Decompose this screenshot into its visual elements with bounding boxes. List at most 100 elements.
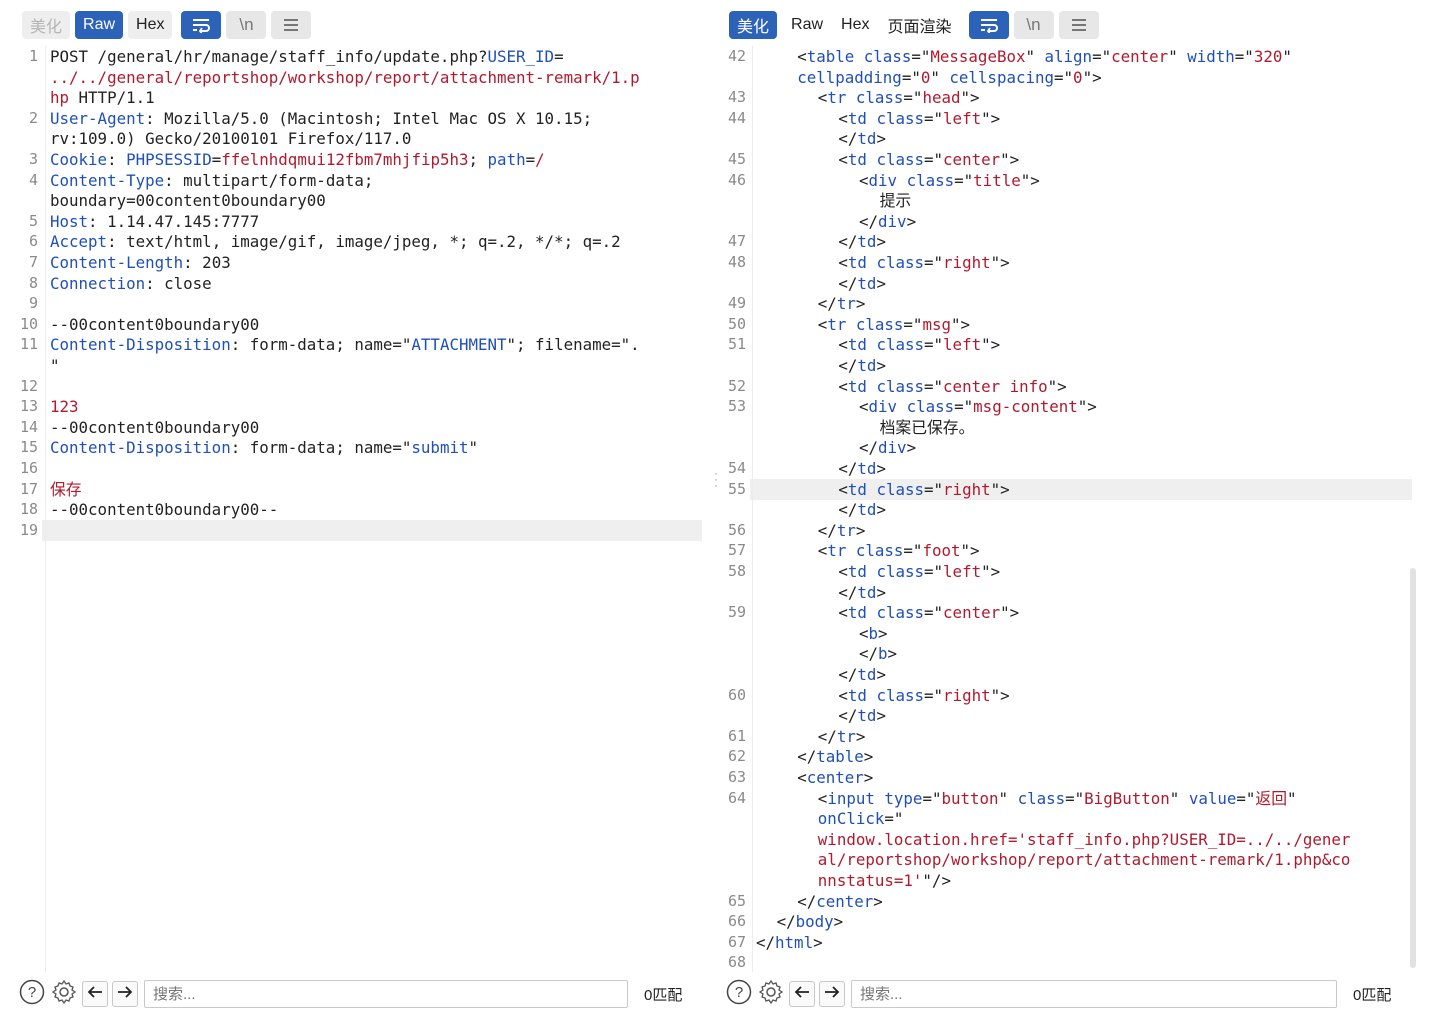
code-token: center info [943,377,1048,396]
newline-toggle-button[interactable]: \n [1013,11,1054,39]
line-number: 10 [19,315,38,333]
menu-button[interactable] [1058,11,1099,39]
code-token: User-Agent [50,109,146,128]
code-token: > [863,768,874,787]
code-token: </ [838,583,858,602]
code-line: --00content0boundary00 [50,314,702,335]
settings-button[interactable] [757,979,785,1008]
line-number: 44 [727,109,746,127]
response-editor[interactable]: <table class="MessageBox" align="center"… [712,46,1412,972]
search-input[interactable] [851,980,1337,1008]
code-token: al/reportshop/workshop/report/attachment… [817,850,1351,869]
code-token: > [813,933,823,952]
code-token: : multipart/form-data; [164,171,374,190]
previous-match-button[interactable] [789,981,815,1007]
tab-raw[interactable]: Raw [782,11,832,39]
line-number: 42 [727,47,746,65]
request-footer: ? 0匹配 [18,978,682,1010]
code-token: input [827,789,875,808]
code-token: MessageBox [930,47,1026,66]
code-token: "> [1000,603,1020,622]
line-number: 15 [19,438,38,456]
help-button[interactable]: ? [18,979,46,1010]
code-token: "> [1077,397,1097,416]
code-token: center [943,150,1001,169]
code-token: < [817,541,828,560]
settings-button[interactable] [50,979,78,1008]
search-input[interactable] [144,980,628,1008]
tab-render[interactable]: 页面渲染 [878,11,960,39]
code-line: <td class="center info"> [756,376,1412,397]
tab-hex[interactable]: Hex [128,11,173,39]
code-token: cellpadding [797,68,902,87]
code-token: class [1017,789,1066,808]
line-number: 67 [727,933,746,951]
code-token: submit [411,438,469,457]
code-token: =" [924,150,944,169]
request-code[interactable]: POST /general/hr/manage/staff_info/updat… [50,46,702,972]
help-button[interactable]: ? [725,979,753,1008]
newline-toggle-button[interactable]: \n [226,11,267,39]
line-number: 59 [727,603,746,621]
code-token: tr [836,294,856,313]
help-icon: ? [19,979,45,1010]
line-number: 17 [19,480,38,498]
wrap-lines-button[interactable] [968,11,1009,39]
wrap-lines-button[interactable] [181,11,222,39]
code-line: Accept: text/html, image/gif, image/jpeg… [50,231,702,252]
response-code[interactable]: <table class="MessageBox" align="center"… [756,46,1412,972]
code-line: </body> [756,911,1412,932]
line-number: 55 [727,480,746,498]
code-token: div [878,212,907,231]
tab-pretty[interactable]: 美化 [22,11,71,39]
tab-hex[interactable]: Hex [832,11,878,39]
code-token: < [817,789,828,808]
code-token: tr [827,88,847,107]
code-token: > [876,129,886,148]
code-token: hp [50,88,70,107]
code-line: Content-Type: multipart/form-data; [50,170,702,191]
code-line: <td class="left"> [756,334,1412,355]
vertical-scrollbar[interactable] [1410,568,1416,968]
code-token: < [838,562,848,581]
line-number: 7 [28,253,38,271]
line-number: 51 [727,335,746,353]
code-token: < [859,624,869,643]
tab-pretty[interactable]: 美化 [729,11,778,39]
previous-match-button[interactable] [82,981,108,1007]
code-token: Content-Disposition [50,335,231,354]
code-token: < [797,47,807,66]
code-token: "> [990,686,1010,705]
code-token: rv:109.0) Gecko/20100101 Firefox/117.0 [50,129,412,148]
code-token: > [906,212,917,231]
code-line: POST /general/hr/manage/staff_info/updat… [50,46,702,67]
request-editor[interactable]: POST /general/hr/manage/staff_info/updat… [0,46,702,972]
arrow-right-icon [824,985,840,1004]
menu-button[interactable] [271,11,312,39]
code-token: < [817,88,828,107]
next-match-button[interactable] [112,981,138,1007]
code-token: "> [960,88,980,107]
code-token: div [868,171,898,190]
code-token: </ [838,706,858,725]
code-token: > [887,644,898,663]
code-token: class [876,150,925,169]
code-token: td [847,377,867,396]
code-token: : form-data; name=" [230,335,412,354]
code-line: al/reportshop/workshop/report/attachment… [756,849,1412,870]
next-match-button[interactable] [819,981,845,1007]
line-number: 47 [727,232,746,250]
code-token: > [876,232,886,251]
code-line: <tr class="head"> [756,87,1412,108]
tab-raw[interactable]: Raw [75,11,124,39]
code-token: USER_ID [487,47,555,66]
code-line: Content-Disposition: form-data; name="AT… [50,334,702,355]
code-token: ffelnhdqmui12fbm7mhjfip5h3 [221,150,469,169]
arrow-right-icon [117,985,133,1004]
code-token: window.location.href='staff_info.php?USE… [817,830,1351,849]
line-number: 19 [19,521,38,539]
code-token: class [876,603,925,622]
